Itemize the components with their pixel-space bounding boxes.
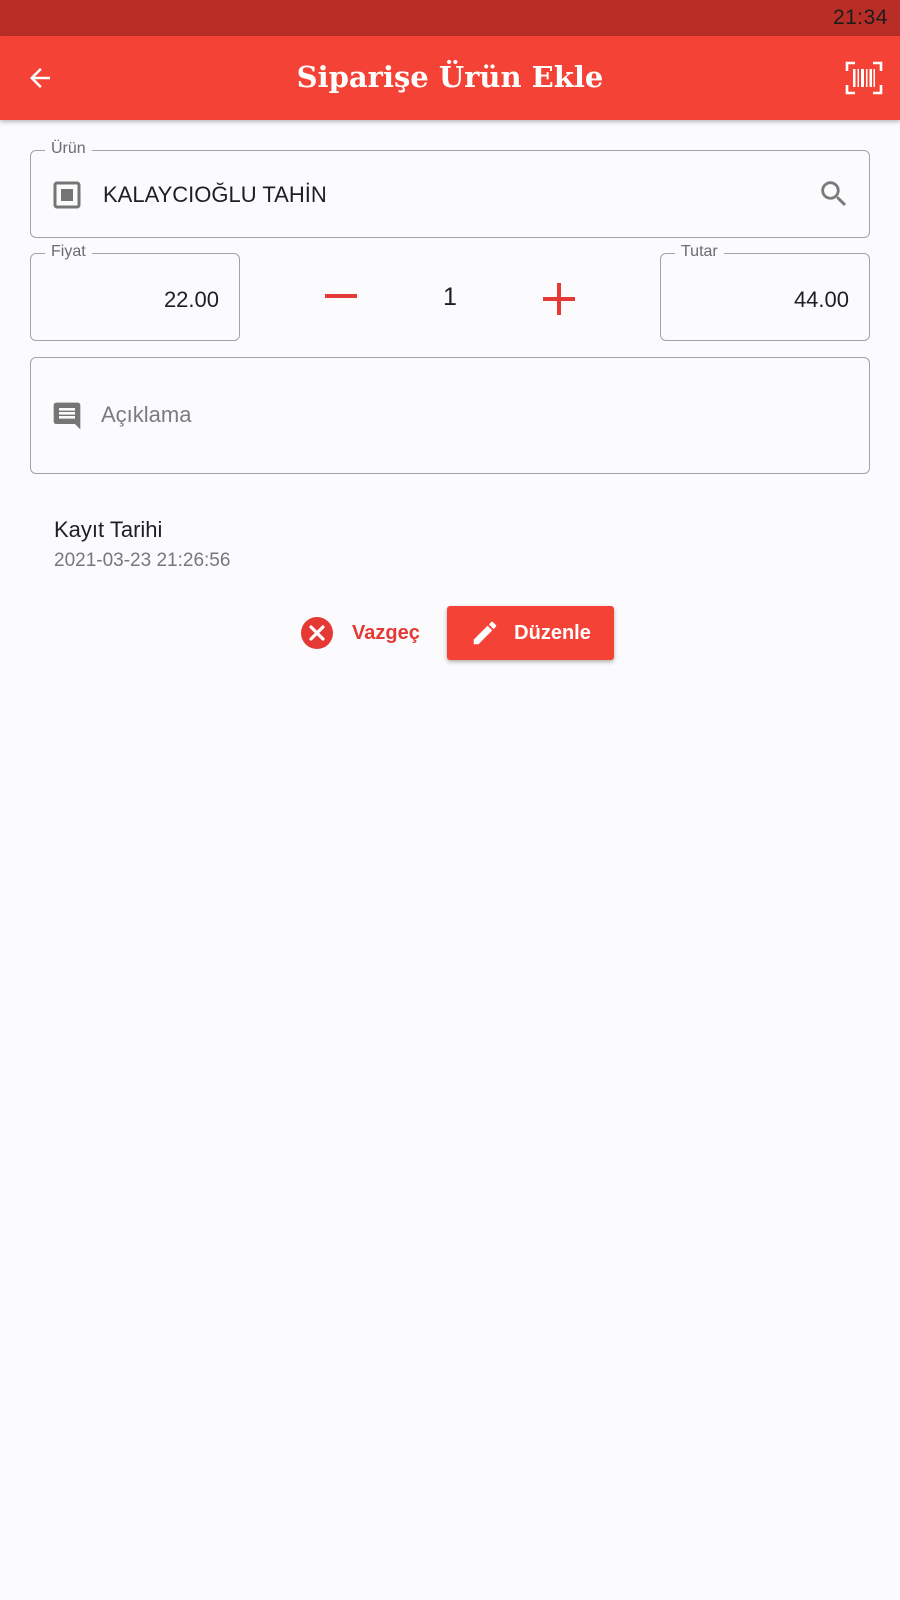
product-value: KALAYCIOĞLU TAHİN — [103, 182, 327, 207]
cancel-button[interactable]: Vazgeç — [300, 606, 430, 660]
status-bar: 21:34 — [0, 0, 900, 36]
comment-icon — [53, 402, 81, 430]
app-bar: Siparişe Ürün Ekle — [0, 36, 900, 120]
price-field[interactable]: Fiyat 22.00 — [30, 243, 240, 341]
increase-quantity-button[interactable] — [538, 278, 580, 320]
barcode-scan-button[interactable] — [842, 58, 886, 98]
status-time: 21:34 — [832, 6, 888, 29]
price-value: 22.00 — [163, 287, 219, 312]
total-field-label: Tutar — [675, 243, 724, 261]
page-title: Siparişe Ürün Ekle — [296, 60, 604, 94]
quantity-value: 1 — [443, 283, 457, 311]
total-value: 44.00 — [793, 287, 849, 312]
minus-icon — [325, 294, 357, 298]
plus-icon — [543, 283, 575, 315]
note-input[interactable] — [101, 398, 841, 432]
cancel-button-label: Vazgeç — [352, 621, 420, 644]
search-icon[interactable] — [817, 177, 851, 211]
price-field-label: Fiyat — [45, 243, 92, 261]
decrease-quantity-button[interactable] — [320, 278, 362, 316]
box-icon — [53, 181, 81, 209]
edit-button[interactable]: Düzenle — [447, 606, 614, 660]
barcode-scan-icon — [845, 61, 883, 95]
cancel-icon — [301, 617, 333, 649]
product-field[interactable]: Ürün KALAYCIOĞLU TAHİN — [30, 140, 870, 238]
edit-button-label: Düzenle — [514, 621, 591, 644]
total-field[interactable]: Tutar 44.00 — [660, 243, 870, 341]
record-date-label: Kayıt Tarihi — [54, 517, 163, 542]
product-field-label: Ürün — [45, 140, 92, 158]
record-date-value: 2021-03-23 21:26:56 — [54, 550, 231, 571]
note-field[interactable] — [30, 357, 870, 474]
pencil-icon — [473, 621, 497, 645]
